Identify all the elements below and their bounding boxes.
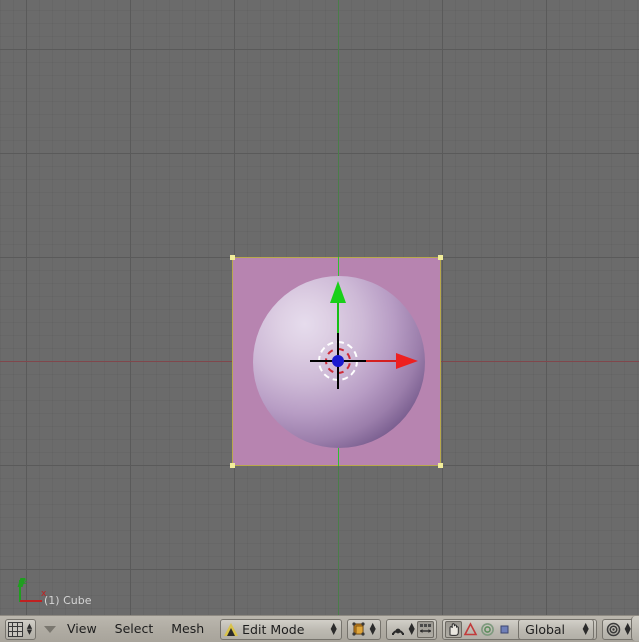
grid-icon bbox=[8, 621, 23, 637]
menu-mesh[interactable]: Mesh bbox=[162, 618, 213, 640]
gizmo-z-label: z bbox=[23, 577, 28, 586]
mesh-select-mode-spinner-icon[interactable]: ▲ ▼ bbox=[367, 622, 378, 636]
manipulator-center-dot[interactable] bbox=[332, 355, 344, 367]
mode-spinner-icon[interactable]: ▲ ▼ bbox=[328, 622, 339, 636]
viewport-object-info: (1) Cube bbox=[44, 594, 92, 607]
vertex-marker[interactable] bbox=[230, 463, 235, 468]
manipulator-translate-icon[interactable] bbox=[417, 620, 435, 638]
mesh-select-mode-group: ▲ ▼ bbox=[347, 618, 382, 640]
editor-type-button[interactable]: ▲ ▼ bbox=[5, 618, 36, 640]
mode-dropdown[interactable]: Edit Mode ▲ ▼ bbox=[220, 618, 343, 640]
shading-solid-icon[interactable] bbox=[605, 621, 622, 638]
edit-options-group: Global ▲ ▼ bbox=[442, 618, 598, 640]
vertex-marker[interactable] bbox=[230, 255, 235, 260]
chevron-down-icon[interactable] bbox=[44, 625, 56, 633]
mode-label: Edit Mode bbox=[242, 621, 305, 637]
vertex-marker[interactable] bbox=[438, 255, 443, 260]
menu-select[interactable]: Select bbox=[106, 618, 163, 640]
viewport-header-toolbar: ▲ ▼ View Select Mesh Edit Mode ▲ ▼ ▲ ▼ ▲… bbox=[0, 615, 639, 642]
gizmo-x-axis bbox=[20, 600, 42, 602]
snap-target-icon[interactable] bbox=[496, 621, 513, 638]
pivot-group: ▲ ▼ bbox=[386, 618, 438, 640]
orientation-spinner-icon[interactable]: ▲ ▼ bbox=[580, 622, 591, 636]
3d-viewport[interactable]: z x (1) Cube bbox=[0, 0, 639, 615]
pivot-spinner-icon[interactable]: ▲ ▼ bbox=[406, 622, 417, 636]
editor-type-spinner-icon[interactable]: ▲ ▼ bbox=[25, 623, 34, 636]
orientation-dropdown[interactable]: Global ▲ ▼ bbox=[518, 618, 595, 640]
menu-view[interactable]: View bbox=[58, 618, 106, 640]
orientation-label: Global bbox=[525, 621, 566, 637]
proportional-editing-hand-icon[interactable] bbox=[445, 620, 463, 638]
falloff-smooth-icon[interactable] bbox=[462, 621, 479, 638]
pivot-median-point-icon[interactable] bbox=[389, 621, 406, 638]
snap-magnet-icon[interactable] bbox=[479, 621, 496, 638]
toolbar-right-edge bbox=[631, 616, 639, 641]
edit-mode-triangle-icon bbox=[224, 622, 239, 636]
vertex-select-icon[interactable] bbox=[350, 621, 367, 638]
gizmo-z-axis bbox=[19, 580, 21, 602]
manipulator-x-axis-arrow[interactable] bbox=[396, 353, 418, 369]
manipulator-z-axis-arrow[interactable] bbox=[330, 281, 346, 303]
vertex-marker[interactable] bbox=[438, 463, 443, 468]
blender-window: z x (1) Cube ▲ ▼ View Select Mesh Edit Mo… bbox=[0, 0, 639, 642]
